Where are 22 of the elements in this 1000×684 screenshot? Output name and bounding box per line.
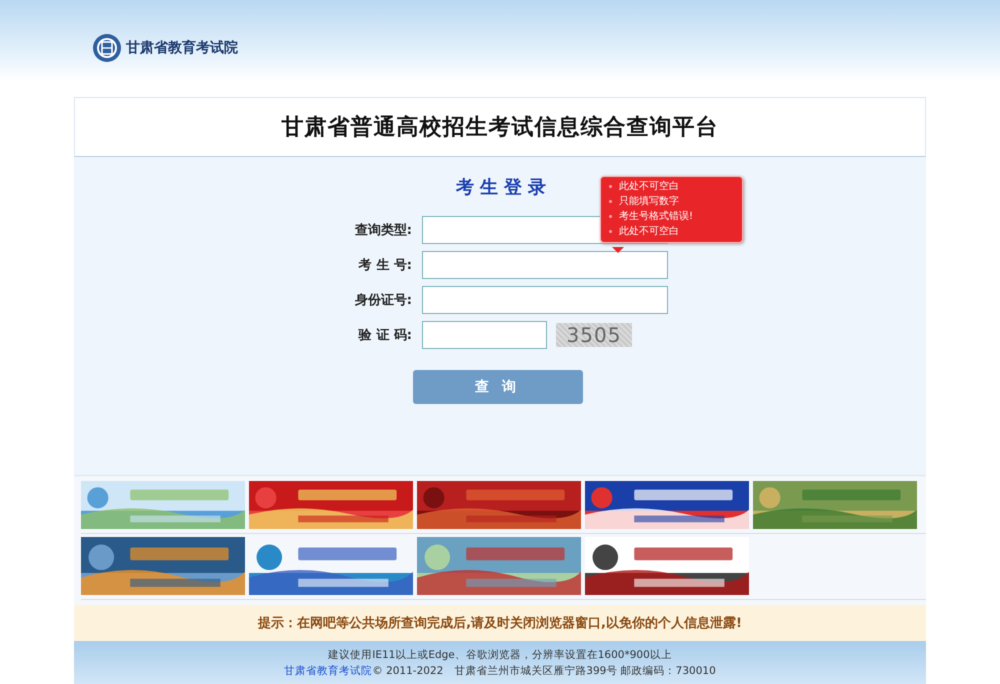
captcha-field[interactable] — [422, 321, 547, 349]
field-label: 查询类型: — [354, 222, 412, 239]
error-message: 此处不可空白 — [609, 180, 736, 194]
error-message: 考生号格式错误! — [609, 210, 736, 224]
field-label: 考 生 号: — [358, 257, 412, 274]
tooltip-pointer — [612, 247, 624, 253]
field-label: 验 证 码: — [357, 327, 412, 344]
input-field[interactable] — [422, 286, 668, 314]
input-field[interactable] — [422, 251, 668, 279]
field-label: 身份证号: — [354, 292, 412, 309]
browser-hint: 建议使用IE11以上或Edge、谷歌浏览器，分辨率设置在1600*900以上 — [327, 648, 673, 663]
query-button[interactable]: 查 询 — [412, 370, 582, 404]
error-message: 只能填写数字 — [609, 195, 736, 209]
emblem-icon — [92, 33, 122, 63]
privacy-notice: 提示：在网吧等公共场所查询完成后,请及时关闭浏览器窗口,以免你的个人信息泄露! — [258, 614, 742, 632]
logo-text: 甘肃省教育考试院 — [126, 39, 238, 57]
error-message: 此处不可空白 — [609, 225, 736, 239]
platform-title: 甘肃省普通高校招生考试信息综合查询平台 — [282, 114, 718, 142]
login-title: 考生登录 — [456, 176, 552, 199]
copyright-text: © 2011-2022 甘肃省兰州市城关区雁宁路399号 邮政编码：730010 — [372, 665, 716, 677]
captcha-image[interactable]: 3505 — [556, 323, 632, 347]
site-link[interactable]: 甘肃省教育考试院 — [284, 665, 372, 677]
